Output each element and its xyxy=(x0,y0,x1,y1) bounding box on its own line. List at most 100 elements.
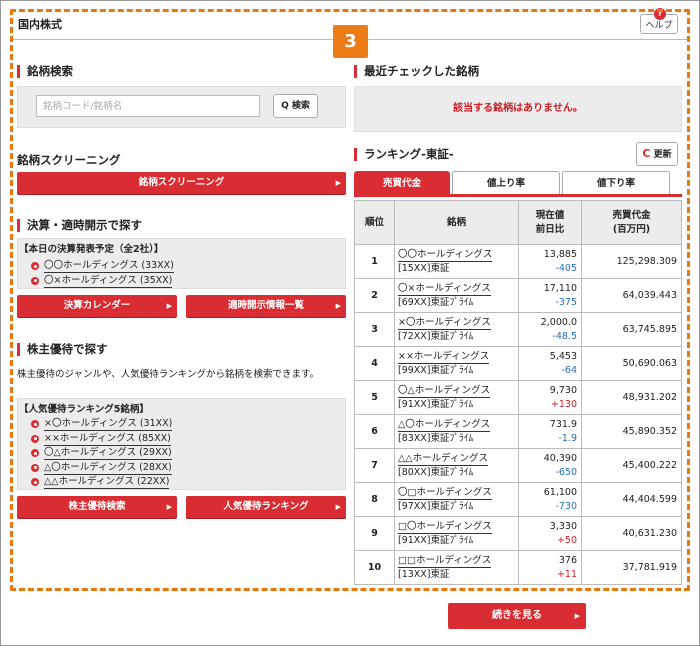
tab-underline xyxy=(354,194,682,197)
arrow-right-icon: ▶ xyxy=(335,503,341,511)
rank-cell: 5 xyxy=(354,380,395,415)
company-link[interactable]: 〇△ホールディングス (29XX) xyxy=(44,447,172,460)
price-cell: 376 +11 xyxy=(518,550,582,585)
col-trading-value: 売買代金 (百万円) xyxy=(581,200,682,245)
list-item[interactable]: 〇△ホールディングス (29XX) xyxy=(31,446,172,461)
show-more-button[interactable]: 続きを見る ▶ xyxy=(448,603,586,629)
stock-link[interactable]: □□ホールディングス xyxy=(398,555,492,568)
list-item[interactable]: △△ホールディングス (22XX) xyxy=(31,475,172,490)
company-link[interactable]: ××ホールディングス (85XX) xyxy=(44,433,171,446)
ranking-tabs: 売買代金 値上り率 値下り率 xyxy=(354,171,682,196)
name-cell: ×〇ホールディングス [72XX]東証ﾌﾟﾗｲﾑ xyxy=(394,312,519,347)
price-cell: 2,000.0 -48.5 xyxy=(518,312,582,347)
refresh-button[interactable]: C 更新 xyxy=(636,142,678,166)
table-row: 3 ×〇ホールディングス [72XX]東証ﾌﾟﾗｲﾑ 2,000.0 -48.5 63,7… xyxy=(354,312,682,347)
yutai-ranking-button[interactable]: 人気優待ランキング ▶ xyxy=(186,496,346,518)
search-button[interactable]: Q 検索 xyxy=(273,94,318,118)
table-row: 9 □〇ホールディングス [91XX]東証ﾌﾟﾗｲﾑ 3,330 +50 40,631.2… xyxy=(354,516,682,551)
yutai-ranking-label: 【人気優待ランキング5銘柄】 xyxy=(19,404,149,415)
stock-link[interactable]: △〇ホールディングス xyxy=(398,419,491,432)
price-cell: 13,885 -405 xyxy=(518,244,582,279)
price-cell: 731.9 -1.9 xyxy=(518,414,582,449)
price-value: 2,000.0 xyxy=(540,316,577,328)
price-cell: 9,730 +130 xyxy=(518,380,582,415)
change-value: +11 xyxy=(556,568,577,580)
price-value: 40,390 xyxy=(543,452,577,464)
recent-empty-message: 該当する銘柄はありません。 xyxy=(354,86,682,132)
market-label: [97XX]東証ﾌﾟﾗｲﾑ xyxy=(398,500,474,512)
table-header-row: 順位 銘柄 現在値 前日比 売買代金 (百万円) xyxy=(354,200,682,245)
recent-title: 最近チェックした銘柄 xyxy=(354,65,479,78)
stock-link[interactable]: ×〇ホールディングス xyxy=(398,317,491,330)
col-price: 現在値 前日比 xyxy=(518,200,582,245)
change-value: -405 xyxy=(555,262,577,274)
name-cell: 〇×ホールディングス [69XX]東証ﾌﾟﾗｲﾑ xyxy=(394,278,519,313)
price-cell: 40,390 -650 xyxy=(518,448,582,483)
market-label: [91XX]東証ﾌﾟﾗｲﾑ xyxy=(398,534,474,546)
search-button-label: 検索 xyxy=(291,101,310,111)
name-cell: 〇△ホールディングス [91XX]東証ﾌﾟﾗｲﾑ xyxy=(394,380,519,415)
change-value: +130 xyxy=(550,398,577,410)
stock-link[interactable]: 〇□ホールディングス xyxy=(398,487,492,500)
stock-search-title: 銘柄検索 xyxy=(17,65,73,78)
tab-gainers[interactable]: 値上り率 xyxy=(452,171,560,195)
disclosure-title: 決算・適時開示で探す xyxy=(17,219,142,232)
company-link[interactable]: △△ホールディングス (22XX) xyxy=(44,476,170,489)
refresh-icon: C xyxy=(642,147,651,160)
table-row: 6 △〇ホールディングス [83XX]東証ﾌﾟﾗｲﾑ 731.9 -1.9 45,890.… xyxy=(354,414,682,449)
stock-link[interactable]: △△ホールディングス xyxy=(398,453,488,466)
rank-cell: 1 xyxy=(354,244,395,279)
change-value: -64 xyxy=(561,364,577,376)
table-row: 5 〇△ホールディングス [91XX]東証ﾌﾟﾗｲﾑ 9,730 +130 48,931.… xyxy=(354,380,682,415)
company-link[interactable]: ×〇ホールディングス (31XX) xyxy=(44,418,173,431)
stock-search-input[interactable] xyxy=(36,95,260,117)
earnings-calendar-button[interactable]: 決算カレンダー ▶ xyxy=(17,295,177,317)
price-value: 9,730 xyxy=(549,384,577,396)
company-link[interactable]: 〇×ホールディングス (35XX) xyxy=(44,275,173,288)
bullet-icon xyxy=(31,449,39,457)
market-label: [83XX]東証ﾌﾟﾗｲﾑ xyxy=(398,432,474,444)
change-value: -48.5 xyxy=(552,330,577,342)
company-link[interactable]: 〇〇ホールディングス (33XX) xyxy=(44,260,174,273)
market-label: [69XX]東証ﾌﾟﾗｲﾑ xyxy=(398,296,474,308)
list-item[interactable]: 〇〇ホールディングス (33XX) xyxy=(31,259,174,274)
show-more-label: 続きを見る xyxy=(492,610,542,621)
bullet-icon xyxy=(31,276,39,285)
name-cell: □〇ホールディングス [91XX]東証ﾌﾟﾗｲﾑ xyxy=(394,516,519,551)
market-label: [15XX]東証 xyxy=(398,262,450,274)
list-item[interactable]: 〇×ホールディングス (35XX) xyxy=(31,274,174,289)
table-row: 2 〇×ホールディングス [69XX]東証ﾌﾟﾗｲﾑ 17,110 -375 64,039… xyxy=(354,278,682,313)
name-cell: □□ホールディングス [13XX]東証 xyxy=(394,550,519,585)
list-item[interactable]: ×〇ホールディングス (31XX) xyxy=(31,417,173,432)
ranking-title: ランキング-東証- xyxy=(354,148,454,161)
step-badge: 3 xyxy=(333,25,368,58)
disclosure-list-button[interactable]: 適時開示情報一覧 ▶ xyxy=(186,295,346,317)
screening-button[interactable]: 銘柄スクリーニング ▶ xyxy=(17,172,346,194)
list-item[interactable]: ××ホールディングス (85XX) xyxy=(31,432,172,447)
yutai-title: 株主優待で探す xyxy=(17,343,108,356)
stock-link[interactable]: 〇△ホールディングス xyxy=(398,385,491,398)
stock-link[interactable]: ××ホールディングス xyxy=(398,351,490,364)
ranking-table: 順位 銘柄 現在値 前日比 売買代金 (百万円) 1 〇〇ホールディングス [15XX]… xyxy=(354,200,682,585)
price-value: 13,885 xyxy=(543,248,577,260)
yutai-search-button[interactable]: 株主優待検索 ▶ xyxy=(17,496,177,518)
name-cell: △〇ホールディングス [83XX]東証ﾌﾟﾗｲﾑ xyxy=(394,414,519,449)
stock-link[interactable]: □〇ホールディングス xyxy=(398,521,492,534)
tab-losers[interactable]: 値下り率 xyxy=(562,171,670,195)
trading-value-cell: 125,298.309 xyxy=(581,244,682,279)
trading-value-cell: 44,404.599 xyxy=(581,482,682,517)
tab-trading-value[interactable]: 売買代金 xyxy=(354,171,450,195)
list-item[interactable]: △〇ホールディングス (28XX) xyxy=(31,461,172,476)
company-link[interactable]: △〇ホールディングス (28XX) xyxy=(44,462,172,475)
bullet-icon xyxy=(31,420,39,428)
arrow-right-icon: ▶ xyxy=(335,179,341,187)
change-value: +50 xyxy=(556,534,577,546)
name-cell: △△ホールディングス [80XX]東証ﾌﾟﾗｲﾑ xyxy=(394,448,519,483)
name-cell: 〇〇ホールディングス [15XX]東証 xyxy=(394,244,519,279)
table-row: 8 〇□ホールディングス [97XX]東証ﾌﾟﾗｲﾑ 61,100 -730 44,404… xyxy=(354,482,682,517)
stock-link[interactable]: 〇〇ホールディングス xyxy=(398,249,493,262)
trading-value-cell: 45,400.222 xyxy=(581,448,682,483)
stock-link[interactable]: 〇×ホールディングス xyxy=(398,283,491,296)
yutai-ranking-button-label: 人気優待ランキング xyxy=(223,501,309,512)
col-tv-line2: (百万円) xyxy=(612,223,651,235)
